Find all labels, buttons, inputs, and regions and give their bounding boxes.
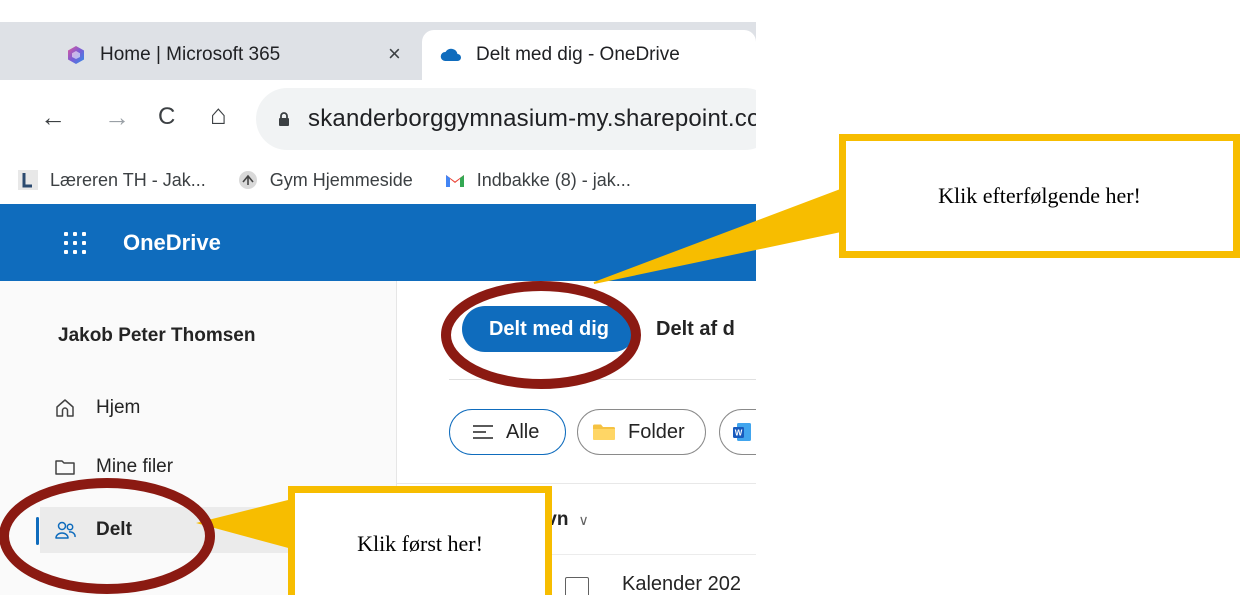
filter-label: Folder [628, 420, 685, 443]
browser-toolbar: ← → C ⌂ skanderborggymnasium-my.sharepoi… [0, 80, 756, 158]
tab-title: Home | Microsoft 365 [100, 44, 281, 65]
chevron-down-icon: ∨ [578, 512, 589, 528]
tabs-divider [449, 379, 756, 380]
gym-hjemmeside-icon [238, 171, 257, 189]
bookmark-gym-hjemmeside[interactable]: Gym Hjemmeside [238, 170, 413, 191]
tab-microsoft-365[interactable]: Home | Microsoft 365 × [48, 30, 418, 80]
tab-onedrive[interactable]: Delt med dig - OneDrive [422, 30, 756, 80]
bookmark-label: Læreren TH - Jak... [50, 169, 206, 190]
folder-icon [55, 460, 75, 475]
filter-word[interactable]: W [719, 409, 756, 455]
onedrive-header: OneDrive [0, 204, 756, 281]
nav-item-label: Hjem [96, 397, 141, 418]
file-name[interactable]: Kalender 202 [622, 573, 741, 595]
laereren-icon [18, 170, 38, 190]
list-header-divider [397, 483, 756, 484]
word-icon: W [733, 423, 751, 441]
tab-delt-af-dig[interactable]: Delt af d [656, 306, 735, 352]
app-launcher-icon[interactable] [64, 232, 86, 254]
home-icon [56, 399, 74, 417]
callout-bottom: Klik først her! [288, 486, 552, 595]
callout-top: Klik efterfølgende her! [839, 134, 1240, 258]
filter-folder[interactable]: Folder [577, 409, 706, 455]
tab-delt-med-dig[interactable]: Delt med dig [462, 306, 636, 352]
bookmark-gmail[interactable]: Indbakke (8) - jak... [445, 170, 631, 191]
folder-icon [593, 424, 615, 440]
people-icon [55, 521, 76, 539]
reload-icon[interactable]: C [158, 104, 175, 130]
filter-label: Alle [506, 420, 540, 443]
nav-item-label: Delt [96, 519, 132, 540]
app-title[interactable]: OneDrive [123, 230, 221, 256]
onedrive-cloud-icon [440, 48, 461, 61]
back-arrow-icon[interactable]: ← [40, 104, 66, 130]
tab-strip: Home | Microsoft 365 × Delt med dig - On… [0, 0, 756, 80]
nav-item-label: Mine filer [96, 456, 174, 477]
user-name: Jakob Peter Thomsen [58, 325, 256, 346]
bookmark-laereren[interactable]: Læreren TH - Jak... [18, 170, 206, 191]
url-text: skanderborggymnasium-my.sharepoint.co [308, 105, 756, 132]
nav-item-hjem[interactable]: Hjem [40, 385, 396, 431]
filter-alle[interactable]: Alle [449, 409, 566, 455]
svg-text:W: W [735, 429, 743, 438]
file-icon [565, 577, 589, 595]
close-tab-icon[interactable]: × [388, 43, 401, 65]
nav-item-mine-filer[interactable]: Mine filer [40, 444, 396, 490]
bookmark-label: Gym Hjemmeside [269, 169, 413, 190]
selection-indicator [36, 517, 39, 545]
lock-icon [279, 112, 289, 126]
tab-title: Delt med dig - OneDrive [476, 44, 680, 65]
forward-arrow-icon[interactable]: → [104, 104, 130, 130]
gmail-icon [445, 175, 464, 187]
bookmarks-bar: Læreren TH - Jak... Gym Hjemmeside Indba… [0, 158, 756, 202]
home-icon[interactable]: ⌂ [210, 101, 227, 129]
address-bar[interactable]: skanderborggymnasium-my.sharepoint.co [256, 88, 756, 150]
microsoft365-icon [68, 46, 84, 64]
list-filter-icon [473, 425, 493, 439]
bookmark-label: Indbakke (8) - jak... [476, 169, 631, 190]
